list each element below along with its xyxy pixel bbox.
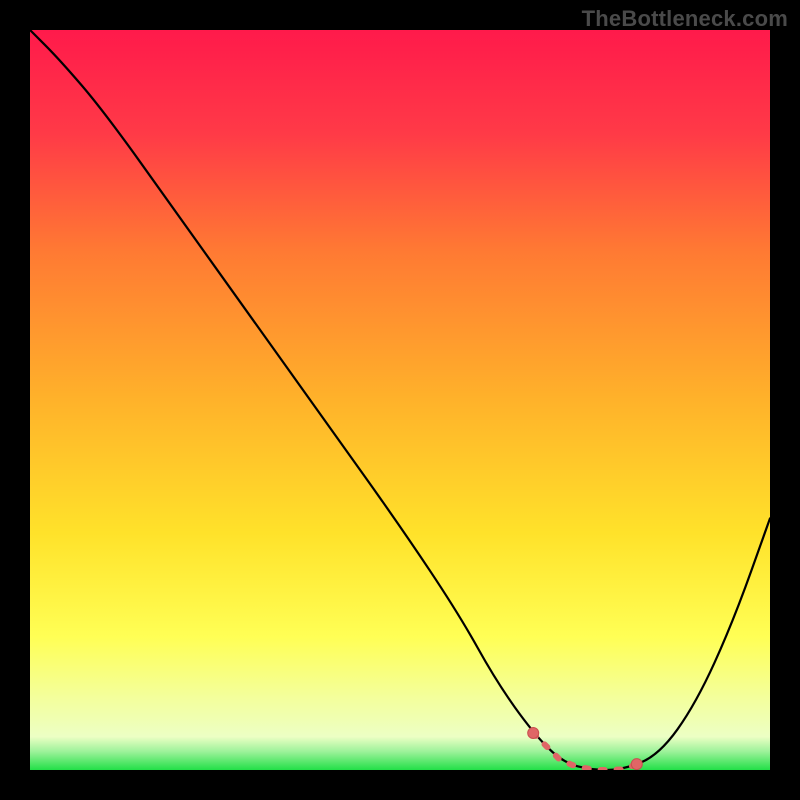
gradient-background <box>30 30 770 770</box>
optimal-end-dot <box>631 759 642 770</box>
optimal-start-dot <box>528 728 539 739</box>
watermark-text: TheBottleneck.com <box>582 6 788 32</box>
chart-svg <box>30 30 770 770</box>
plot-area <box>30 30 770 770</box>
chart-frame: TheBottleneck.com <box>0 0 800 800</box>
